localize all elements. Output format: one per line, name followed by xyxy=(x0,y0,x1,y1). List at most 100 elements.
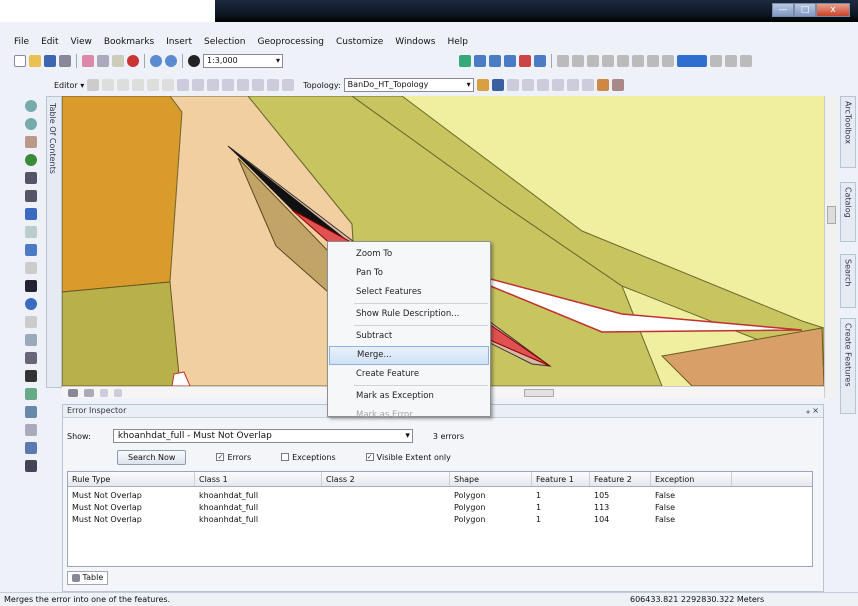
col-feature2[interactable]: Feature 2 xyxy=(590,472,651,486)
rotate-icon[interactable] xyxy=(237,79,250,91)
zoom-out-icon[interactable] xyxy=(25,118,37,130)
find-icon[interactable] xyxy=(25,370,37,382)
tool-icon-j[interactable] xyxy=(725,55,737,67)
table-row[interactable]: Must Not Overlap khoanhdat_full Polygon 1 11… xyxy=(68,502,812,514)
tool-icon-b[interactable] xyxy=(572,55,584,67)
error-inspector-icon[interactable] xyxy=(596,79,609,91)
col-exception[interactable]: Exception xyxy=(651,472,732,486)
exceptions-checkbox[interactable]: Exceptions xyxy=(281,453,336,462)
edit-vertices-icon[interactable] xyxy=(177,79,190,91)
menu-item-pan-to[interactable]: Pan To xyxy=(328,264,490,283)
html-popup-icon[interactable] xyxy=(25,334,37,346)
menu-item-mark-as-exception[interactable]: Mark as Exception xyxy=(328,387,490,406)
time-slider-icon[interactable] xyxy=(25,424,37,436)
table-icon[interactable] xyxy=(474,55,486,67)
tool-icon-k[interactable] xyxy=(740,55,752,67)
edit-annotation-icon[interactable] xyxy=(102,79,115,91)
full-extent-icon[interactable] xyxy=(25,154,37,166)
sketch-properties-icon[interactable] xyxy=(267,79,280,91)
arctoolbox-icon[interactable] xyxy=(504,55,516,67)
col-shape[interactable]: Shape xyxy=(450,472,532,486)
cut-polygons-icon[interactable] xyxy=(207,79,220,91)
layout-view-toggle-icon[interactable] xyxy=(84,388,94,397)
search-now-button[interactable]: Search Now xyxy=(117,449,187,465)
menu-edit[interactable]: Edit xyxy=(35,35,64,49)
tool-icon-d[interactable] xyxy=(602,55,614,67)
redo-icon[interactable] xyxy=(165,55,177,67)
cut-icon[interactable] xyxy=(82,55,94,67)
split-icon[interactable] xyxy=(222,79,235,91)
go-to-xy-icon[interactable] xyxy=(25,406,37,418)
visible-extent-checkbox[interactable]: ✓ Visible Extent only xyxy=(365,453,451,462)
menu-help[interactable]: Help xyxy=(441,35,474,49)
construct-features-icon[interactable] xyxy=(521,79,534,91)
clear-selection-icon[interactable] xyxy=(25,262,37,274)
delete-icon[interactable] xyxy=(127,55,139,67)
tool-icon-h[interactable] xyxy=(662,55,674,67)
minimize-button[interactable]: — xyxy=(772,3,794,17)
map-vertical-scrollbar[interactable] xyxy=(824,96,837,398)
menu-item-zoom-to[interactable]: Zoom To xyxy=(328,245,490,264)
save-icon[interactable] xyxy=(44,55,56,67)
topology-errors-icon[interactable] xyxy=(611,79,624,91)
fixed-zoom-out-icon[interactable] xyxy=(25,190,37,202)
col-rule-type[interactable]: Rule Type xyxy=(68,472,195,486)
menu-geoprocessing[interactable]: Geoprocessing xyxy=(251,35,330,49)
table-row[interactable]: Must Not Overlap khoanhdat_full Polygon 1 10… xyxy=(68,490,812,502)
copy-icon[interactable] xyxy=(97,55,109,67)
h-scroll-thumb[interactable] xyxy=(524,389,554,397)
fix-topology-icon[interactable] xyxy=(581,79,594,91)
model-builder-icon[interactable] xyxy=(534,55,546,67)
create-features-icon[interactable] xyxy=(282,79,295,91)
map-topology-icon[interactable] xyxy=(476,79,489,91)
identify-icon[interactable] xyxy=(25,298,37,310)
close-button[interactable]: x xyxy=(816,3,850,17)
tool-icon-g[interactable] xyxy=(647,55,659,67)
menu-item-create-feature[interactable]: Create Feature xyxy=(328,365,490,384)
shared-features-icon[interactable] xyxy=(506,79,519,91)
errors-checkbox[interactable]: ✓ Errors xyxy=(216,453,251,462)
open-folder-icon[interactable] xyxy=(29,55,41,67)
editor-toolbar-icon[interactable] xyxy=(459,55,471,67)
forward-extent-icon[interactable] xyxy=(25,226,37,238)
data-view-icon[interactable] xyxy=(68,388,78,397)
tab-create-features[interactable]: Create Features xyxy=(840,318,856,414)
col-class1[interactable]: Class 1 xyxy=(195,472,322,486)
viewer-icon[interactable] xyxy=(25,442,37,454)
tool-icon-c[interactable] xyxy=(587,55,599,67)
straight-segment-icon[interactable] xyxy=(117,79,130,91)
menu-windows[interactable]: Windows xyxy=(389,35,441,49)
python-icon[interactable] xyxy=(519,55,531,67)
tab-search[interactable]: Search xyxy=(840,254,856,308)
menu-bookmarks[interactable]: Bookmarks xyxy=(98,35,160,49)
menu-item-show-rule-description[interactable]: Show Rule Description... xyxy=(328,305,490,324)
add-data-icon[interactable] xyxy=(188,55,200,67)
maximize-button[interactable]: □ xyxy=(794,3,816,17)
menu-selection[interactable]: Selection xyxy=(198,35,251,49)
topology-select[interactable]: BanDo_HT_Topology xyxy=(343,78,474,92)
col-class2[interactable]: Class 2 xyxy=(322,472,450,486)
find-route-icon[interactable] xyxy=(25,388,37,400)
color-swatch-icon[interactable] xyxy=(677,55,707,67)
zoom-in-icon[interactable] xyxy=(25,100,37,112)
select-elements-icon[interactable] xyxy=(25,280,37,292)
tab-arctoolbox[interactable]: ArcToolbox xyxy=(840,96,856,168)
menu-insert[interactable]: Insert xyxy=(160,35,198,49)
planarize-icon[interactable] xyxy=(536,79,549,91)
menu-view[interactable]: View xyxy=(65,35,98,49)
measure-icon[interactable] xyxy=(25,352,37,364)
print-icon[interactable] xyxy=(59,55,71,67)
menu-item-subtract[interactable]: Subtract xyxy=(328,327,490,346)
undo-icon[interactable] xyxy=(150,55,162,67)
topology-edit-icon[interactable] xyxy=(491,79,504,91)
validate-topology-icon[interactable] xyxy=(566,79,579,91)
select-features-icon[interactable] xyxy=(25,244,37,256)
trace-icon[interactable] xyxy=(147,79,160,91)
table-tab[interactable]: Table xyxy=(67,571,109,585)
map-scale-select[interactable]: 1:3,000 xyxy=(203,54,283,68)
pan-icon[interactable] xyxy=(25,136,37,148)
layout-view-icon[interactable] xyxy=(25,460,37,472)
show-rule-select[interactable]: khoanhdat_full - Must Not Overlap xyxy=(112,429,413,443)
back-extent-icon[interactable] xyxy=(25,208,37,220)
pause-drawing-icon[interactable] xyxy=(114,388,122,397)
